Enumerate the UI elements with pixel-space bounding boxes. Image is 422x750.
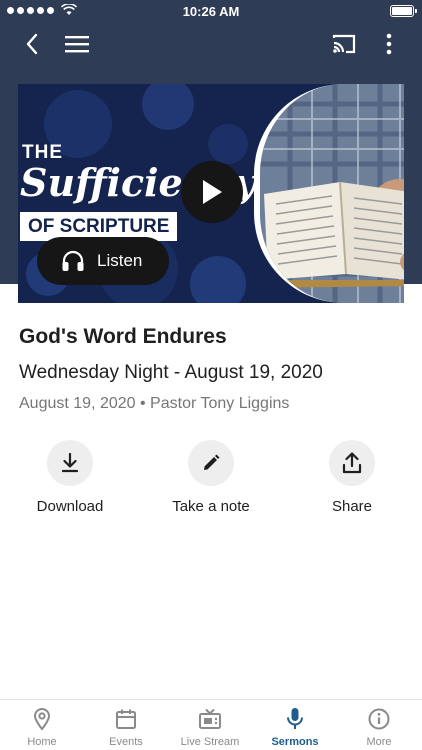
cast-button[interactable]	[328, 28, 360, 60]
menu-button[interactable]	[61, 28, 93, 60]
calendar-icon	[116, 709, 136, 729]
back-button[interactable]	[16, 28, 48, 60]
sermon-series: Wednesday Night - August 19, 2020	[19, 362, 323, 383]
download-icon-circle[interactable]	[47, 440, 93, 486]
hamburger-icon	[65, 36, 89, 53]
tab-home[interactable]: Home	[0, 706, 84, 748]
tab-events-label: Events	[109, 736, 143, 748]
tab-sermons[interactable]: Sermons	[253, 706, 337, 748]
bottom-tab-bar: Home Events Live Stream Sermons More	[0, 699, 422, 750]
chevron-left-icon	[26, 33, 38, 55]
tv-icon	[199, 708, 221, 729]
status-time: 10:26 AM	[182, 4, 240, 19]
info-icon	[368, 708, 390, 730]
tab-live-stream[interactable]: Live Stream	[168, 706, 252, 748]
play-icon	[203, 180, 222, 204]
tab-home-label: Home	[27, 736, 57, 748]
take-note-label: Take a note	[172, 498, 250, 515]
vertical-dots-icon	[386, 33, 392, 55]
tab-events[interactable]: Events	[84, 706, 168, 748]
microphone-icon	[287, 708, 303, 729]
meta-separator: •	[140, 395, 151, 412]
listen-button[interactable]: Listen	[37, 237, 169, 285]
headphones-icon	[62, 250, 84, 271]
note-icon-circle[interactable]	[188, 440, 234, 486]
sermon-title: God's Word Endures	[19, 325, 227, 348]
location-pin-icon	[33, 708, 51, 731]
cast-icon	[332, 34, 356, 54]
share-icon	[342, 452, 362, 474]
share-button[interactable]: Share	[292, 440, 412, 515]
tab-more-label: More	[366, 736, 392, 748]
share-label: Share	[331, 498, 373, 515]
sermon-meta: August 19, 2020 • Pastor Tony Liggins	[19, 395, 289, 413]
pencil-icon	[204, 454, 220, 470]
bible-reader-photo	[254, 84, 404, 303]
download-label: Download	[36, 498, 104, 515]
top-nav	[0, 22, 422, 66]
play-button[interactable]	[181, 161, 243, 223]
take-note-button[interactable]: Take a note	[151, 440, 271, 515]
download-icon	[61, 453, 79, 473]
tab-sermons-label: Sermons	[271, 736, 319, 748]
more-options-button[interactable]	[373, 28, 405, 60]
tab-more[interactable]: More	[337, 706, 421, 748]
download-button[interactable]: Download	[10, 440, 130, 515]
bible-photo-illustration	[260, 84, 404, 303]
sermon-speaker: Pastor Tony Liggins	[150, 395, 290, 412]
battery-icon	[390, 5, 417, 17]
status-bar: 10:26 AM	[0, 0, 422, 22]
tab-live-stream-label: Live Stream	[180, 736, 240, 748]
listen-label: Listen	[97, 251, 143, 270]
share-icon-circle[interactable]	[329, 440, 375, 486]
sermon-artwork: THE Sufficiency OF SCRIPTURE Listen	[18, 84, 404, 303]
sermon-date: August 19, 2020	[19, 395, 136, 412]
